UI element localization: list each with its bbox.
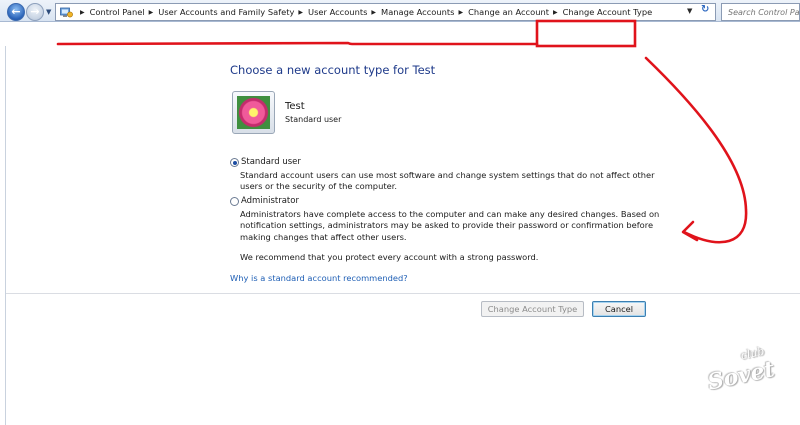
recent-pages-dropdown[interactable]: ▼ (46, 8, 51, 16)
refresh-icon[interactable]: ↻ (701, 4, 709, 15)
breadcrumb: ▶ Control Panel ▶ User Accounts and Fami… (76, 4, 652, 20)
flower-picture-icon (237, 96, 270, 129)
user-name: Test (285, 101, 305, 112)
standard-user-description: Standard account users can use most soft… (240, 170, 655, 192)
standard-user-label[interactable]: Standard user (241, 157, 301, 167)
highlight-box (535, 19, 637, 48)
back-arrow-icon: ← (11, 5, 21, 18)
search-box[interactable] (721, 3, 800, 21)
forward-button[interactable]: → (26, 3, 44, 21)
administrator-radio[interactable] (230, 197, 239, 206)
breadcrumb-change-account-type[interactable]: Change Account Type (563, 7, 653, 17)
address-toolbar: ← → ▼ ▶ Control Panel ▶ User Accounts an… (0, 0, 800, 22)
breadcrumb-control-panel[interactable]: Control Panel (90, 7, 145, 17)
divider (6, 293, 800, 294)
breadcrumb-change-an-account[interactable]: Change an Account (468, 7, 549, 17)
back-button[interactable]: ← (7, 3, 25, 21)
forward-arrow-icon: → (30, 5, 40, 18)
breadcrumb-user-accounts[interactable]: User Accounts (308, 7, 367, 17)
breadcrumb-separator-icon[interactable]: ▶ (149, 9, 154, 16)
breadcrumb-separator-icon[interactable]: ▶ (298, 9, 303, 16)
breadcrumb-separator-icon: ▶ (80, 8, 85, 16)
password-recommendation: We recommend that you protect every acco… (240, 252, 539, 262)
user-account-type: Standard user (285, 115, 342, 124)
breadcrumb-underline (56, 41, 539, 46)
page-title: Choose a new account type for Test (230, 63, 436, 77)
breadcrumb-manage-accounts[interactable]: Manage Accounts (381, 7, 454, 17)
breadcrumb-user-accounts-family-safety[interactable]: User Accounts and Family Safety (158, 7, 294, 17)
address-bar[interactable]: ▶ Control Panel ▶ User Accounts and Fami… (55, 3, 716, 21)
control-panel-icon (60, 7, 73, 18)
breadcrumb-separator-icon[interactable]: ▶ (371, 9, 376, 16)
change-account-type-button[interactable]: Change Account Type (481, 301, 584, 317)
standard-user-radio[interactable] (230, 158, 239, 167)
address-dropdown-arrow-icon[interactable]: ▼ (687, 7, 692, 15)
arrow-head-icon (681, 220, 699, 242)
user-avatar (232, 91, 275, 134)
administrator-description: Administrators have complete access to t… (240, 209, 660, 242)
search-input[interactable] (722, 4, 799, 20)
breadcrumb-separator-icon[interactable]: ▶ (553, 9, 558, 16)
administrator-label[interactable]: Administrator (241, 196, 299, 206)
breadcrumb-separator-icon[interactable]: ▶ (458, 9, 463, 16)
standard-account-help-link[interactable]: Why is a standard account recommended? (230, 273, 408, 283)
window-left-border (5, 46, 6, 425)
cancel-button[interactable]: Cancel (592, 301, 646, 317)
watermark-logo: club Sovet (703, 343, 776, 396)
